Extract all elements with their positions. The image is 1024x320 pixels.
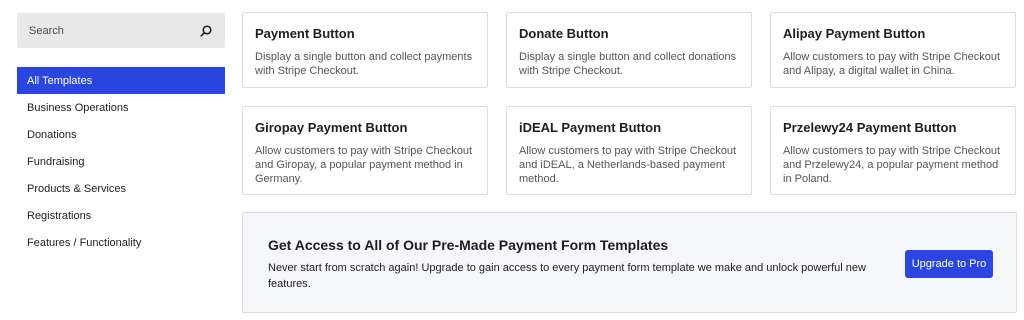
- nav-item-all-templates[interactable]: All Templates: [17, 67, 225, 94]
- nav-item-registrations[interactable]: Registrations: [17, 202, 225, 229]
- template-card-ideal-payment-button[interactable]: iDEAL Payment Button Allow customers to …: [506, 106, 752, 195]
- card-description: Display a single button and collect paym…: [255, 51, 473, 77]
- card-title: Payment Button: [255, 26, 355, 41]
- card-title: Giropay Payment Button: [255, 120, 408, 135]
- banner-title: Get Access to All of Our Pre-Made Paymen…: [268, 237, 669, 253]
- nav-item-fundraising[interactable]: Fundraising: [17, 148, 225, 175]
- category-nav: All Templates Business Operations Donati…: [17, 67, 225, 256]
- search-input[interactable]: [29, 24, 199, 37]
- card-description: Allow customers to pay with Stripe Check…: [519, 145, 737, 185]
- nav-item-donations[interactable]: Donations: [17, 121, 225, 148]
- upgrade-banner: Get Access to All of Our Pre-Made Paymen…: [242, 212, 1017, 313]
- nav-item-business-operations[interactable]: Business Operations: [17, 94, 225, 121]
- nav-item-products-services[interactable]: Products & Services: [17, 175, 225, 202]
- search-icon[interactable]: [199, 24, 213, 38]
- card-description: Allow customers to pay with Stripe Check…: [255, 145, 473, 185]
- template-card-alipay-payment-button[interactable]: Alipay Payment Button Allow customers to…: [770, 12, 1016, 88]
- card-description: Allow customers to pay with Stripe Check…: [783, 145, 1001, 185]
- template-card-payment-button[interactable]: Payment Button Display a single button a…: [242, 12, 488, 88]
- template-card-donate-button[interactable]: Donate Button Display a single button an…: [506, 12, 752, 88]
- card-title: iDEAL Payment Button: [519, 120, 662, 135]
- template-card-przelewy24-payment-button[interactable]: Przelewy24 Payment Button Allow customer…: [770, 106, 1016, 195]
- upgrade-to-pro-button[interactable]: Upgrade to Pro: [905, 250, 993, 278]
- search-box[interactable]: [17, 13, 225, 48]
- nav-item-features-functionality[interactable]: Features / Functionality: [17, 229, 225, 256]
- card-title: Donate Button: [519, 26, 609, 41]
- template-card-giropay-payment-button[interactable]: Giropay Payment Button Allow customers t…: [242, 106, 488, 195]
- card-description: Allow customers to pay with Stripe Check…: [783, 51, 1001, 77]
- card-title: Alipay Payment Button: [783, 26, 926, 41]
- card-description: Display a single button and collect dona…: [519, 51, 737, 77]
- banner-description: Never start from scratch again! Upgrade …: [268, 262, 866, 290]
- card-title: Przelewy24 Payment Button: [783, 120, 957, 135]
